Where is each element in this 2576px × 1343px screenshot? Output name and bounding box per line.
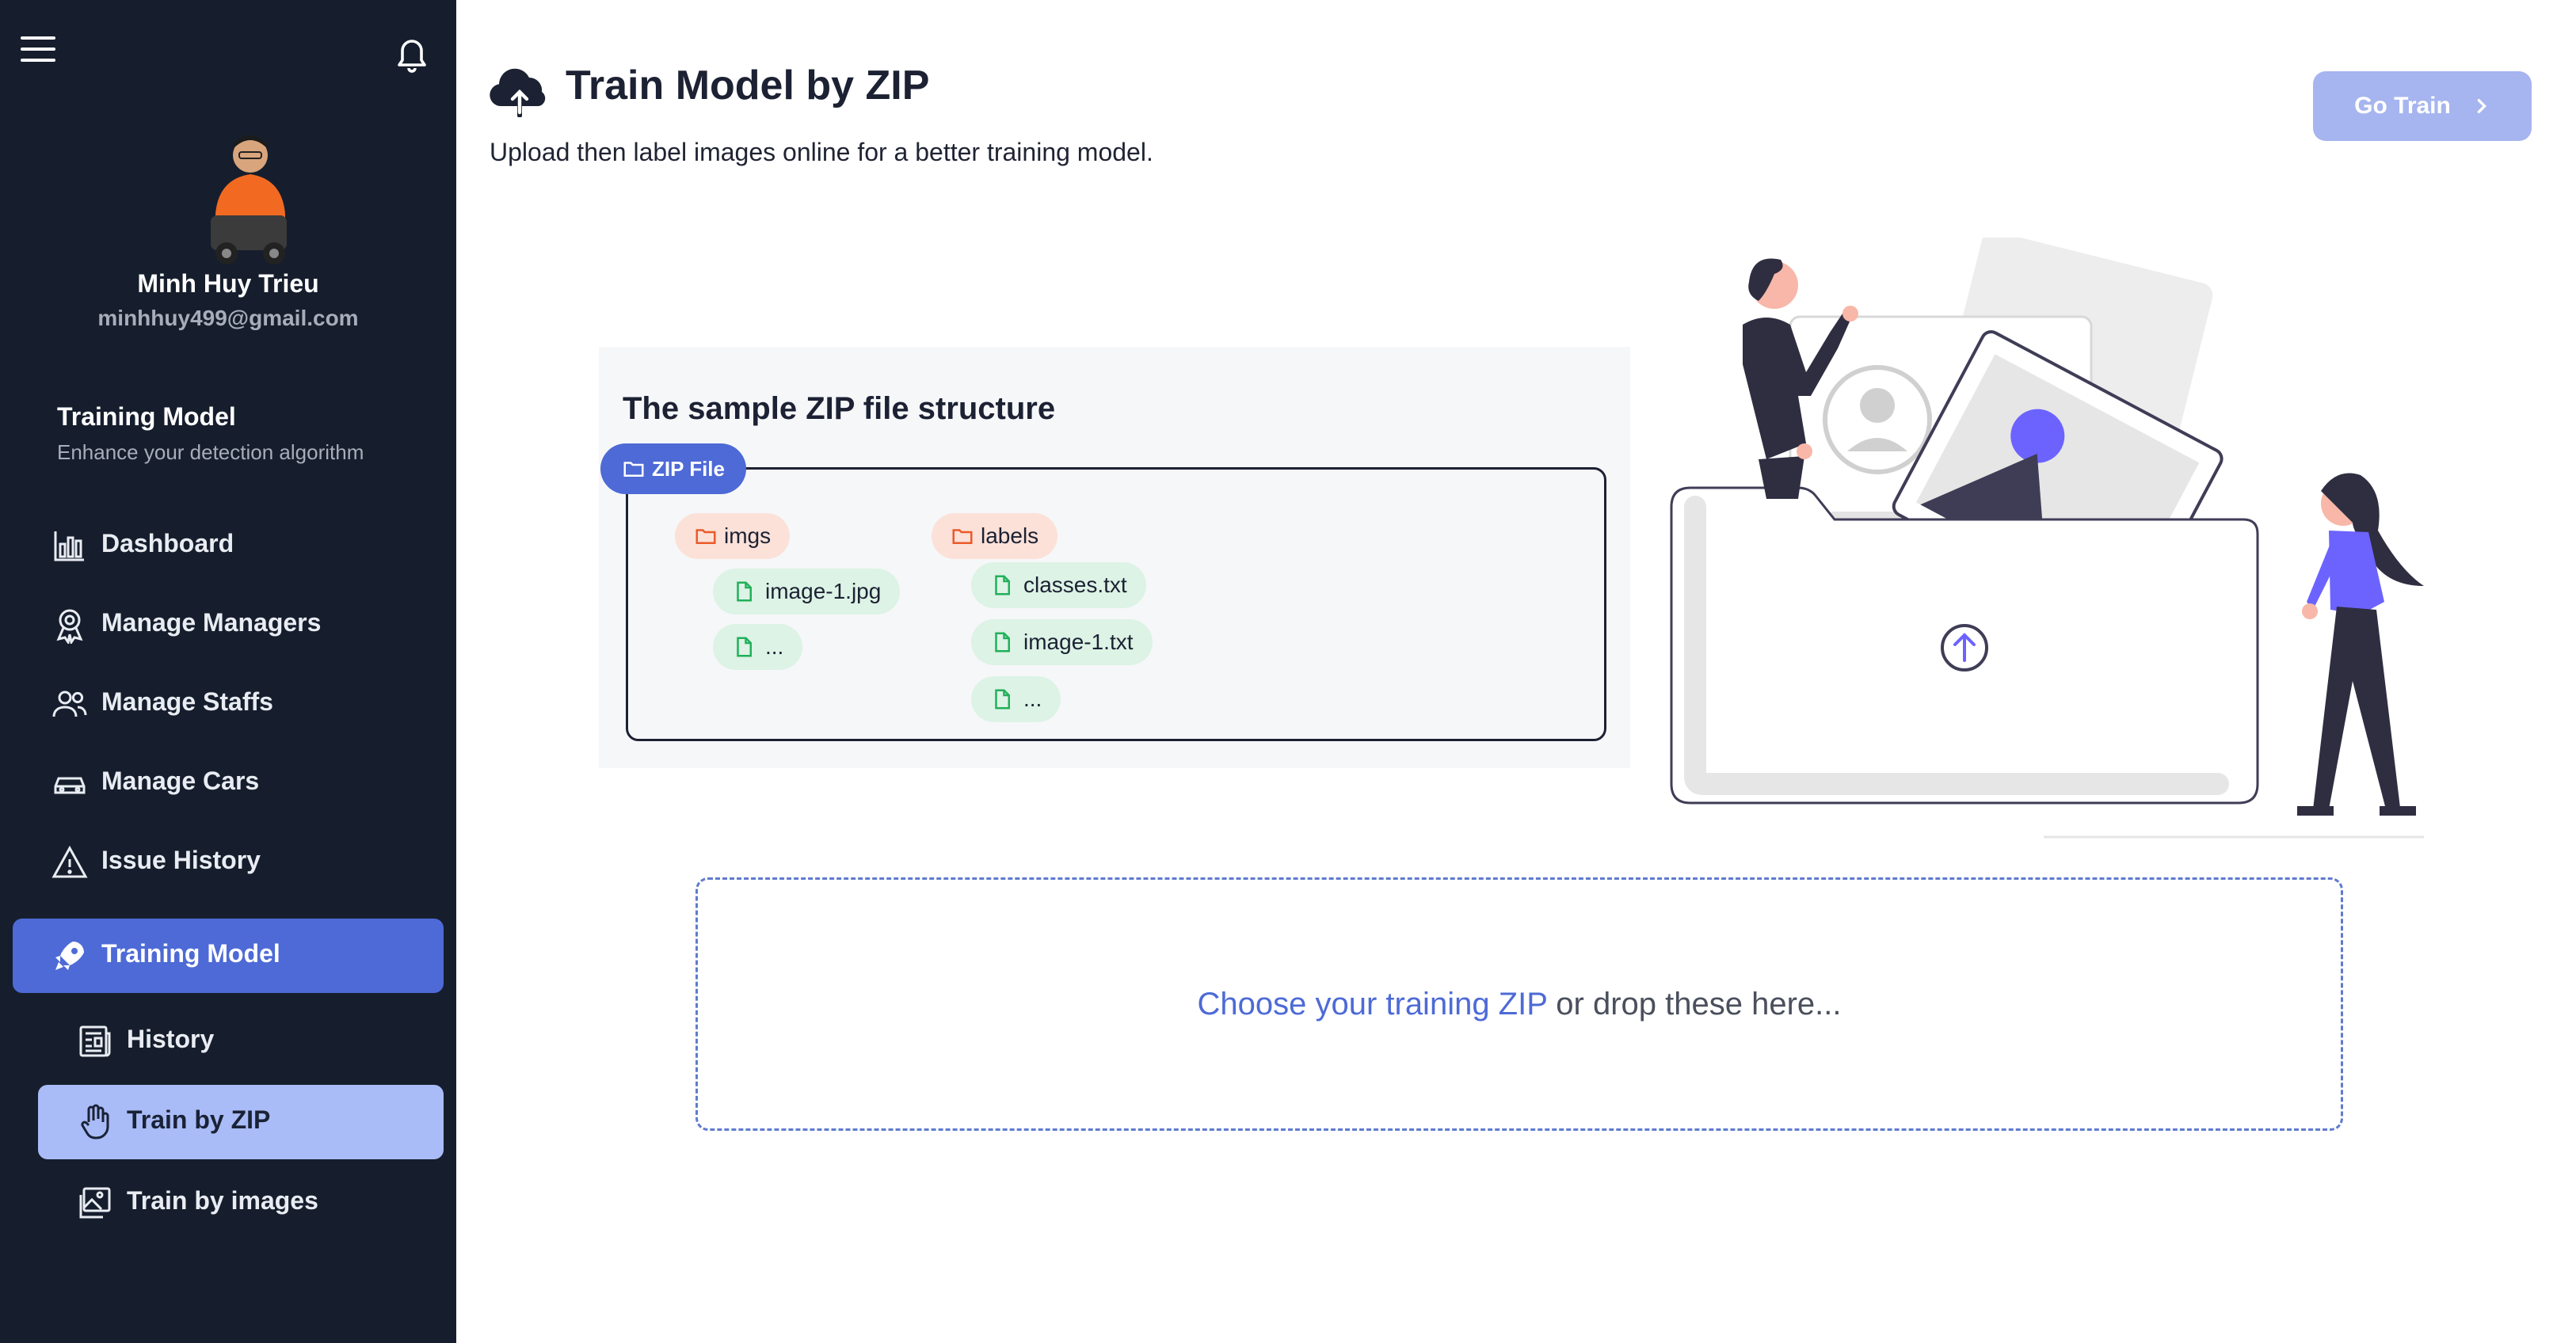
subnav-history[interactable]: History xyxy=(38,1004,444,1079)
zip-file-pill: ZIP File xyxy=(600,443,746,494)
section-subtitle: Enhance your detection algorithm xyxy=(57,440,364,464)
folder-icon xyxy=(623,462,644,477)
sample-structure-card: The sample ZIP file structure ZIP File i… xyxy=(599,347,1630,768)
file-label: ... xyxy=(765,634,784,659)
file-item: image-1.jpg xyxy=(713,569,901,614)
sidebar: Minh Huy Trieu minhhuy499@gmail.com Trai… xyxy=(0,0,456,1343)
go-train-label: Go Train xyxy=(2354,93,2451,119)
folder-label: labels xyxy=(981,523,1039,548)
page-subtitle: Upload then label images online for a be… xyxy=(490,138,1153,166)
car-icon xyxy=(54,777,86,794)
folder-label: imgs xyxy=(724,523,772,548)
file-item: ... xyxy=(713,624,803,670)
nav-manage-managers[interactable]: Manage Managers xyxy=(13,588,444,662)
zip-file-label: ZIP File xyxy=(652,456,725,481)
file-icon xyxy=(737,637,752,657)
file-label: ... xyxy=(1023,687,1042,711)
nav-label: Issue History xyxy=(101,846,261,874)
nav-label: Manage Managers xyxy=(101,608,322,637)
chevron-right-icon xyxy=(2477,99,2486,113)
images-icon xyxy=(79,1187,111,1219)
warning-icon xyxy=(51,845,88,878)
nav-label: Manage Cars xyxy=(101,767,260,795)
subnav-label: Train by ZIP xyxy=(127,1105,271,1134)
nav-manage-staffs[interactable]: Manage Staffs xyxy=(13,667,444,741)
file-label: classes.txt xyxy=(1023,573,1127,597)
nav-issue-history[interactable]: Issue History xyxy=(13,825,444,900)
nav-manage-cars[interactable]: Manage Cars xyxy=(13,746,444,820)
dropzone-hint: or drop these here... xyxy=(1547,986,1842,1022)
sample-title: The sample ZIP file structure xyxy=(623,391,1056,426)
go-train-button[interactable]: Go Train xyxy=(2313,71,2532,141)
user-email: minhhuy499@gmail.com xyxy=(97,306,359,330)
subnav-train-by-images[interactable]: Train by images xyxy=(38,1166,444,1240)
file-item: ... xyxy=(971,676,1061,722)
nav-training-model[interactable]: Training Model xyxy=(13,919,444,993)
nav-label: Manage Staffs xyxy=(101,687,273,716)
upload-illustration xyxy=(1670,238,2424,839)
newspaper-icon xyxy=(79,1025,111,1057)
nav-dashboard[interactable]: Dashboard xyxy=(13,508,444,583)
subnav-label: History xyxy=(127,1025,215,1053)
users-icon xyxy=(52,691,87,717)
imgs-folder: imgs xyxy=(675,513,791,559)
dropzone-text: Choose your training ZIP or drop these h… xyxy=(1197,987,1841,1022)
file-icon xyxy=(737,581,752,602)
nav-label: Training Model xyxy=(101,939,280,968)
file-icon xyxy=(995,575,1010,595)
labels-folder: labels xyxy=(932,513,1058,559)
section-title: Training Model xyxy=(57,402,236,431)
folder-icon xyxy=(952,529,973,544)
zip-dropzone[interactable]: Choose your training ZIP or drop these h… xyxy=(695,877,2343,1131)
user-name: Minh Huy Trieu xyxy=(137,269,319,298)
avatar xyxy=(211,135,287,264)
folder-icon xyxy=(695,529,716,544)
hand-pointer-icon xyxy=(81,1104,109,1139)
file-item: classes.txt xyxy=(971,562,1146,608)
choose-zip-link[interactable]: Choose your training ZIP xyxy=(1197,987,1547,1022)
file-icon xyxy=(995,689,1010,710)
nav-label: Dashboard xyxy=(101,529,234,557)
subnav-train-by-zip[interactable]: Train by ZIP xyxy=(38,1085,444,1159)
bell-icon[interactable] xyxy=(393,35,431,76)
page-title: Train Model by ZIP xyxy=(566,63,930,108)
subnav-label: Train by images xyxy=(127,1186,318,1215)
rocket-icon xyxy=(55,942,84,970)
file-label: image-1.txt xyxy=(1023,630,1134,654)
file-item: image-1.txt xyxy=(971,619,1153,665)
award-icon xyxy=(56,609,83,644)
file-label: image-1.jpg xyxy=(765,579,882,603)
cloud-upload-icon xyxy=(490,68,546,117)
file-icon xyxy=(995,632,1010,652)
bar-chart-icon xyxy=(54,531,84,561)
menu-icon[interactable] xyxy=(21,36,55,65)
